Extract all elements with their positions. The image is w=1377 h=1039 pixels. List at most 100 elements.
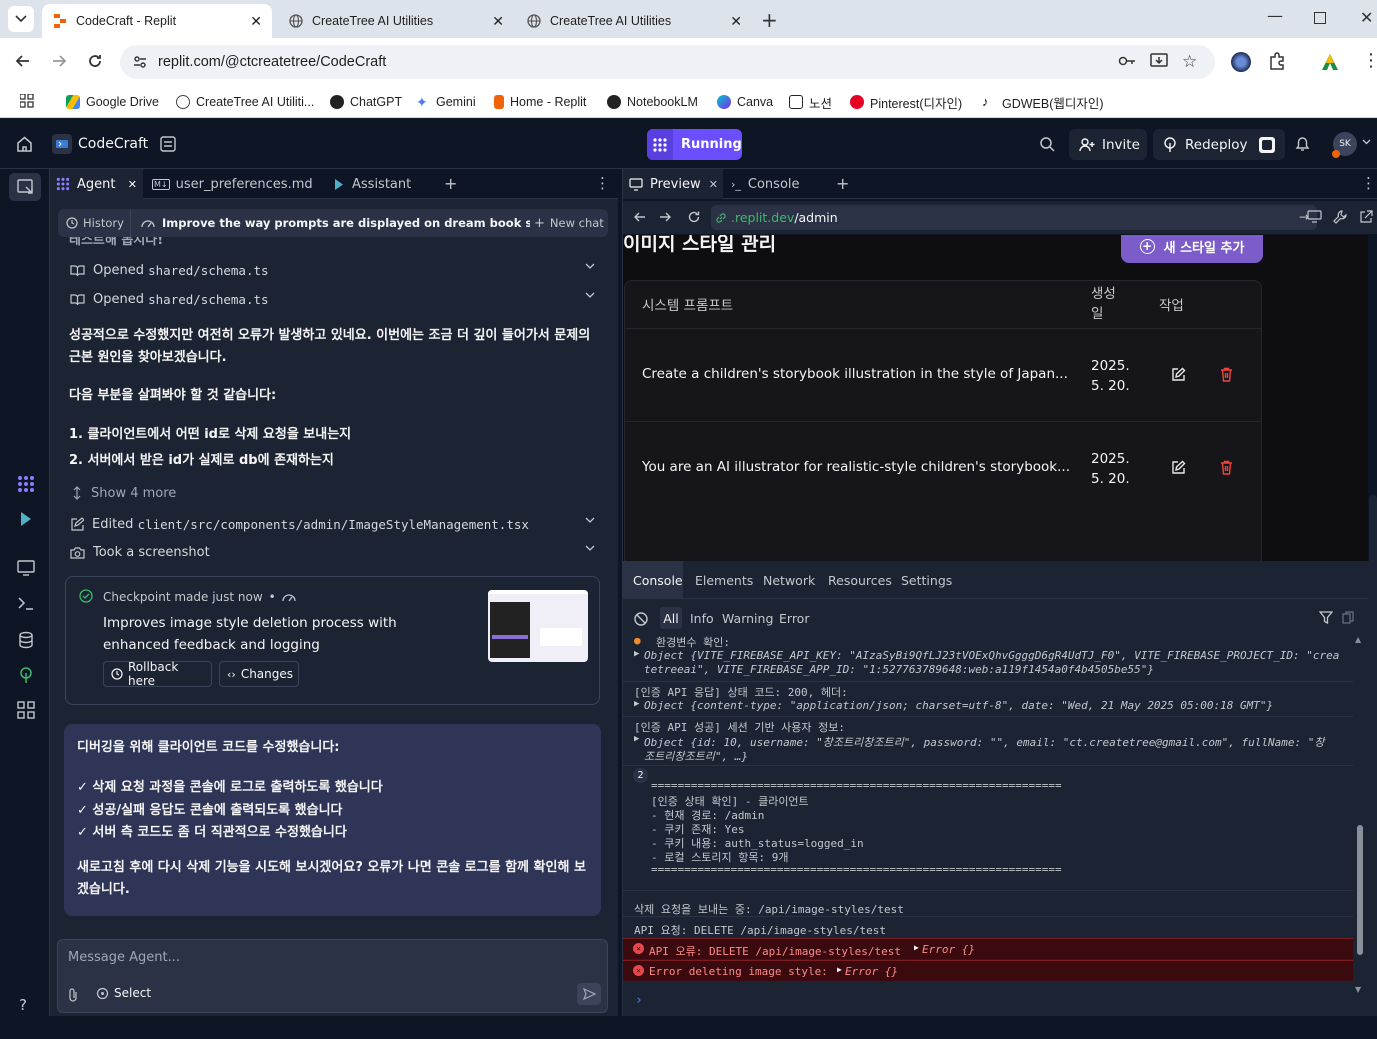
search-icon[interactable] [1039, 136, 1055, 152]
trash-icon[interactable] [1220, 367, 1233, 382]
minimize-window-icon[interactable]: — [1267, 6, 1283, 25]
console-scrollbar[interactable]: ▲ ▼ [1355, 635, 1365, 995]
action-edited-file[interactable]: Edited client/src/components/admin/Image… [70, 512, 595, 536]
tab-search-button[interactable] [8, 6, 34, 32]
close-tab-icon[interactable]: ✕ [128, 178, 137, 191]
filter-funnel-icon[interactable] [1319, 611, 1333, 624]
invite-button[interactable]: Invite [1069, 129, 1147, 160]
project-name[interactable]: CodeCraft [78, 136, 148, 152]
select-element-button[interactable]: Select [96, 986, 151, 1000]
screenshot-thumbnail[interactable] [488, 590, 588, 662]
devtools-tab-elements[interactable]: Elements [695, 573, 753, 588]
show-more-button[interactable]: Show 4 more [70, 481, 595, 505]
browser-menu-icon[interactable]: ⋮ [1362, 50, 1377, 71]
project-menu-icon[interactable] [160, 136, 176, 152]
close-tab-icon[interactable]: ✕ [709, 178, 718, 191]
bookmark-replit-home[interactable]: Home - Replit [494, 92, 586, 112]
send-button[interactable] [577, 983, 601, 1005]
expand-arrow-icon[interactable]: ▶ [914, 943, 919, 952]
close-window-icon[interactable]: ✕ [1360, 8, 1373, 27]
add-style-button[interactable]: + 새 스타일 추가 [1121, 235, 1263, 263]
preview-tool-icon[interactable] [17, 559, 35, 577]
expand-arrow-icon[interactable]: ▶ [634, 734, 639, 744]
current-chat-title[interactable]: Improve the way prompts are displayed on… [130, 209, 530, 237]
browser-tab-codecraft[interactable]: CodeCraft - Replit ✕ [42, 4, 272, 38]
new-tab-icon[interactable]: + [761, 8, 778, 32]
open-new-tab-icon[interactable] [1359, 210, 1373, 224]
forward-arrow-icon[interactable] [50, 52, 68, 70]
expand-arrow-icon[interactable]: ▶ [634, 699, 639, 709]
bookmark-gdweb[interactable]: ♪ GDWEB(웹디자인) [982, 92, 1104, 112]
close-tab-icon[interactable]: ✕ [492, 13, 504, 30]
preview-reload-icon[interactable] [687, 210, 701, 224]
bookmark-canva[interactable]: Canva [717, 92, 773, 112]
level-info[interactable]: Info [690, 611, 714, 626]
expand-arrow-icon[interactable]: ▶ [634, 649, 639, 659]
level-warning[interactable]: Warning [722, 611, 773, 626]
bookmark-google-drive[interactable]: Google Drive [66, 92, 159, 112]
pane-menu-icon[interactable]: ⋮ [1361, 174, 1376, 192]
run-button[interactable]: Running [647, 129, 742, 160]
copy-icon[interactable] [1342, 611, 1354, 624]
preview-forward-icon[interactable] [659, 211, 672, 223]
action-opened-file[interactable]: Opened shared/schema.ts [70, 258, 595, 282]
action-screenshot[interactable]: Took a screenshot [70, 540, 595, 564]
apps-grid-icon[interactable] [20, 94, 34, 108]
close-tab-icon[interactable]: ✕ [250, 13, 262, 30]
action-opened-file[interactable]: Opened shared/schema.ts [70, 287, 595, 311]
install-app-icon[interactable] [1150, 53, 1168, 69]
tab-agent[interactable]: Agent ✕ [50, 169, 143, 199]
reload-icon[interactable] [86, 52, 104, 70]
back-arrow-icon[interactable] [14, 52, 32, 70]
add-tab-icon[interactable]: + [444, 174, 457, 193]
help-icon[interactable]: ? [19, 996, 27, 1014]
changes-button[interactable]: ‹› Changes [219, 661, 299, 687]
clear-console-icon[interactable] [634, 612, 648, 626]
account-chevron-icon[interactable] [1362, 139, 1371, 145]
bookmark-chatgpt[interactable]: ChatGPT [330, 92, 402, 112]
history-button[interactable]: History [58, 209, 128, 237]
pane-menu-icon[interactable]: ⋮ [595, 174, 610, 192]
extensions-puzzle-icon[interactable] [1268, 52, 1286, 70]
console-prompt-chevron-icon[interactable]: › [635, 993, 643, 1008]
message-input[interactable]: Message Agent... [58, 940, 607, 976]
tab-console[interactable]: ›_ Console [727, 169, 827, 199]
log-object[interactable]: Object {VITE_FIREBASE_API_KEY: "AIzaSyBi… [644, 649, 1339, 662]
browser-tab-createtree-1[interactable]: CreateTree AI Utilities ✕ [278, 4, 514, 38]
devtools-wrench-icon[interactable] [1333, 210, 1347, 224]
all-tools-grid-icon[interactable] [17, 701, 35, 719]
agent-tool-icon[interactable] [17, 475, 35, 493]
home-icon[interactable] [16, 136, 33, 152]
maximize-window-icon[interactable] [1314, 12, 1326, 24]
deployments-icon[interactable] [1259, 136, 1275, 153]
devtools-tab-resources[interactable]: Resources [828, 573, 892, 588]
devtools-tab-console[interactable]: Console [633, 573, 683, 588]
devtools-tab-network[interactable]: Network [763, 573, 815, 588]
site-settings-icon[interactable] [132, 54, 148, 70]
close-tab-icon[interactable]: ✕ [730, 13, 742, 30]
tab-preview[interactable]: Preview ✕ [623, 169, 723, 199]
edit-icon[interactable] [1171, 367, 1186, 382]
console-tool-icon[interactable] [17, 594, 35, 612]
password-key-icon[interactable] [1118, 54, 1136, 68]
files-panel-icon[interactable] [17, 178, 35, 196]
expand-arrow-icon[interactable]: ▶ [837, 965, 842, 974]
trash-icon[interactable] [1220, 460, 1233, 475]
expand-chevron-icon[interactable] [585, 545, 595, 551]
level-error[interactable]: Error [779, 611, 809, 626]
address-bar[interactable]: replit.com/@ctcreatetree/CodeCraft ☆ [120, 45, 1215, 79]
assistant-tool-icon[interactable] [17, 510, 35, 528]
bookmark-star-icon[interactable]: ☆ [1182, 52, 1197, 72]
preview-back-icon[interactable] [633, 211, 646, 223]
redeploy-button[interactable]: Redeploy [1153, 129, 1285, 160]
add-tab-icon[interactable]: + [836, 174, 849, 193]
bookmark-createtree[interactable]: CreateTree AI Utiliti... [176, 92, 314, 112]
devtools-tab-settings[interactable]: Settings [901, 573, 952, 588]
bookmark-notebooklm[interactable]: NotebookLM [607, 92, 698, 112]
bookmark-gemini[interactable]: ✦ Gemini [416, 92, 476, 112]
edit-icon[interactable] [1171, 460, 1186, 475]
attach-paperclip-icon[interactable] [68, 987, 78, 1002]
level-all[interactable]: All [660, 607, 682, 629]
tab-user-preferences[interactable]: M↓ user_preferences.md [148, 169, 326, 199]
new-chat-button[interactable]: + New chat [530, 209, 608, 237]
